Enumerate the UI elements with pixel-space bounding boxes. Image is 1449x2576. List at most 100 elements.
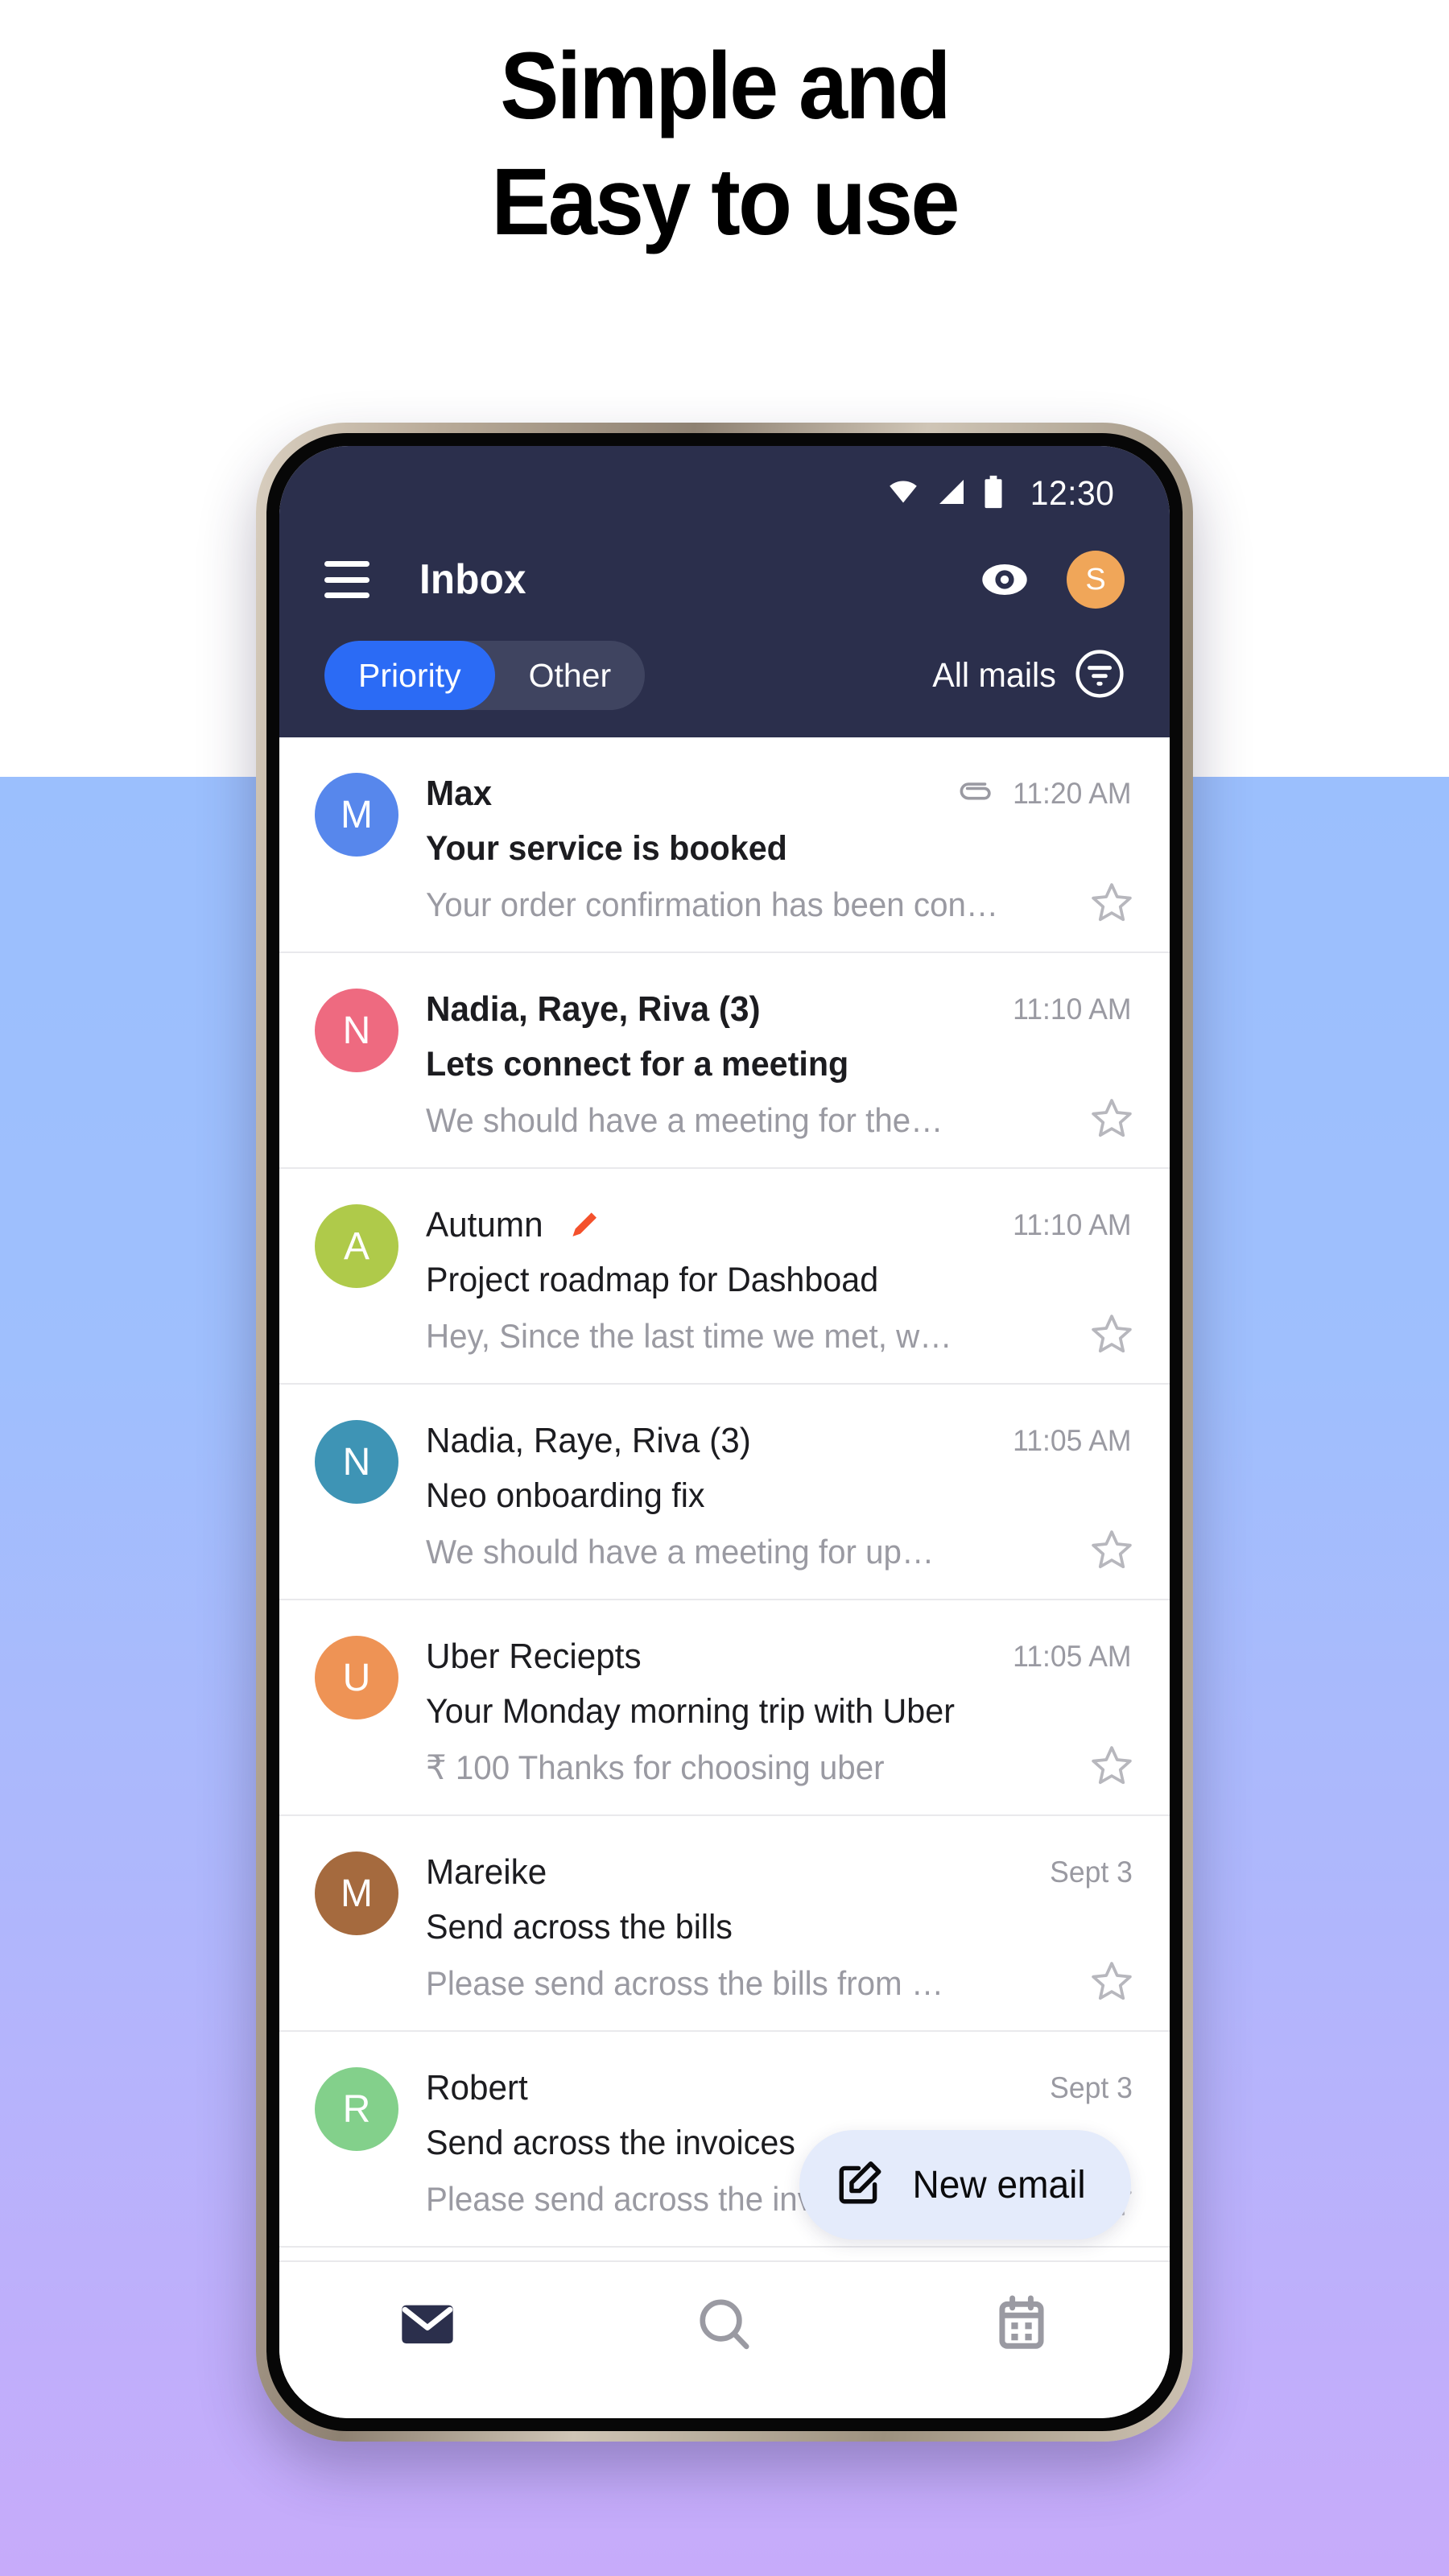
nav-search[interactable] [576,2293,873,2359]
mail-list-item[interactable]: M Mareike Sept 3 Send across the bills P… [279,1816,1170,2032]
phone-mockup: 12:30 Inbox S Priority Other All mails M… [256,423,1193,2442]
nav-calendar[interactable] [873,2293,1170,2359]
mail-body: Nadia, Raye, Riva (3) 11:10 AM Lets conn… [426,977,1134,1145]
mail-preview-line: Please send across the bills from … [426,1959,1134,2008]
bottom-navigation [279,2260,1170,2418]
filter-list-icon[interactable] [1075,649,1125,703]
mail-icon [397,2293,458,2359]
mail-preview: ₹ 100 Thanks for choosing uber [426,1748,885,1786]
hamburger-menu-icon[interactable] [324,561,369,598]
mail-list[interactable]: M Max 11:20 AM Your service is booked Yo… [279,737,1170,2260]
draft-pencil-icon [566,1208,601,1243]
mail-header-line: Max 11:20 AM [426,768,1134,819]
avatar: R [315,2067,398,2151]
avatar: N [315,989,398,1072]
app-header: Inbox S [279,523,1170,621]
mail-meta: 11:05 AM [1010,1424,1134,1458]
mail-meta: 11:05 AM [1010,1640,1134,1674]
mail-meta: 11:20 AM [957,774,1134,815]
mail-preview: Please send across the bills from … [426,1963,944,2002]
mail-preview-line: We should have a meeting for up… [426,1527,1134,1576]
attachment-icon [957,774,994,815]
status-icons: 12:30 [885,474,1117,514]
avatar-letter: A [343,1224,369,1268]
eye-icon[interactable] [980,555,1030,605]
avatar-letter: N [342,1009,371,1052]
mail-time: 11:10 AM [1013,1208,1132,1241]
all-mails-filter[interactable]: All mails [930,649,1125,703]
star-icon[interactable] [1089,1959,1134,2008]
status-bar: 12:30 [279,446,1170,523]
tab-other[interactable]: Other [495,641,646,710]
all-mails-label: All mails [932,655,1056,695]
mail-sender: Nadia, Raye, Riva (3) [426,1421,751,1460]
mail-body: Mareike Sept 3 Send across the bills Ple… [426,1840,1134,2008]
new-email-button[interactable]: New email [799,2130,1131,2240]
avatar-letter: U [342,1656,371,1699]
priority-other-toggle[interactable]: Priority Other [324,641,646,710]
nav-mail[interactable] [279,2293,576,2359]
cellular-signal-icon [935,477,968,510]
avatar-letter: R [342,2087,371,2131]
page-title: Inbox [419,556,526,603]
mail-preview-line: We should have a meeting for the… [426,1096,1134,1145]
star-icon[interactable] [1089,880,1134,929]
status-clock: 12:30 [1030,473,1115,513]
mail-sender: Mareike [426,1852,547,1892]
headline: Simple and Easy to use [0,39,1449,250]
avatar: M [315,1852,398,1935]
mail-time: 11:20 AM [1013,777,1132,810]
mail-sender: Autumn [426,1205,543,1245]
star-icon[interactable] [1089,1527,1134,1576]
mail-preview: We should have a meeting for up… [426,1532,935,1571]
mail-subject: Your Monday morning trip with Uber [426,1692,955,1731]
avatar: N [315,1420,398,1504]
mail-preview: Hey, Since the last time we met, w… [426,1316,952,1355]
mail-subject: Project roadmap for Dashboad [426,1261,879,1299]
mail-meta: 11:10 AM [1010,993,1134,1026]
mail-list-item[interactable]: M Max 11:20 AM Your service is booked Yo… [279,737,1170,953]
mail-sender: Robert [426,2068,528,2107]
mail-time: 11:10 AM [1013,993,1132,1026]
avatar-letter: M [341,1872,373,1915]
mail-body: Uber Reciepts 11:05 AM Your Monday morni… [426,1624,1134,1792]
star-icon[interactable] [1089,1743,1134,1792]
mail-body: Max 11:20 AM Your service is booked Your… [426,762,1134,929]
mail-subject: Send across the bills [426,1908,733,1946]
mail-body: Autumn 11:10 AM Project roadmap for Dash… [426,1193,1134,1360]
mail-header-line: Nadia, Raye, Riva (3) 11:10 AM [426,984,1134,1035]
mail-time: Sept 3 [1050,1856,1133,1889]
mail-meta: 11:10 AM [1010,1208,1134,1242]
mail-subject: Neo onboarding fix [426,1476,705,1515]
mail-header-line: Mareike Sept 3 [426,1847,1134,1898]
battery-icon [981,475,1005,513]
tab-priority[interactable]: Priority [324,641,495,710]
wifi-icon [885,477,922,510]
phone-bezel: 12:30 Inbox S Priority Other All mails M… [266,433,1183,2431]
mail-list-item[interactable]: N Nadia, Raye, Riva (3) 11:05 AM Neo onb… [279,1385,1170,1600]
avatar-letter: M [341,793,373,836]
headline-line-2: Easy to use [491,149,960,255]
mail-time: Sept 3 [1050,2071,1133,2104]
mail-list-item[interactable]: A Autumn 11:10 AM Project roadmap for Da… [279,1169,1170,1385]
mail-header-line: Uber Reciepts 11:05 AM [426,1631,1134,1682]
mail-list-item[interactable]: U Uber Reciepts 11:05 AM Your Monday mor… [279,1600,1170,1816]
mail-preview: Your order confirmation has been con… [426,885,999,923]
mail-subject: Lets connect for a meeting [426,1045,849,1084]
header-row: Inbox S [324,538,1125,621]
mail-preview-line: Hey, Since the last time we met, w… [426,1311,1134,1360]
user-avatar[interactable]: S [1067,551,1125,609]
avatar: A [315,1204,398,1288]
search-icon [694,2293,755,2359]
mail-list-item[interactable]: N Nadia, Raye, Riva (3) 11:10 AM Lets co… [279,953,1170,1169]
star-icon[interactable] [1089,1311,1134,1360]
mail-meta: Sept 3 [1048,2071,1134,2105]
mail-preview-line: ₹ 100 Thanks for choosing uber [426,1743,1134,1792]
mail-sender: Nadia, Raye, Riva (3) [426,989,761,1029]
star-icon[interactable] [1089,1096,1134,1145]
mail-header-line: Nadia, Raye, Riva (3) 11:05 AM [426,1415,1134,1467]
phone-screen: 12:30 Inbox S Priority Other All mails M… [279,446,1170,2418]
avatar-letter: S [1085,562,1106,597]
mail-sender: Max [426,774,493,813]
mail-sender: Uber Reciepts [426,1637,642,1676]
